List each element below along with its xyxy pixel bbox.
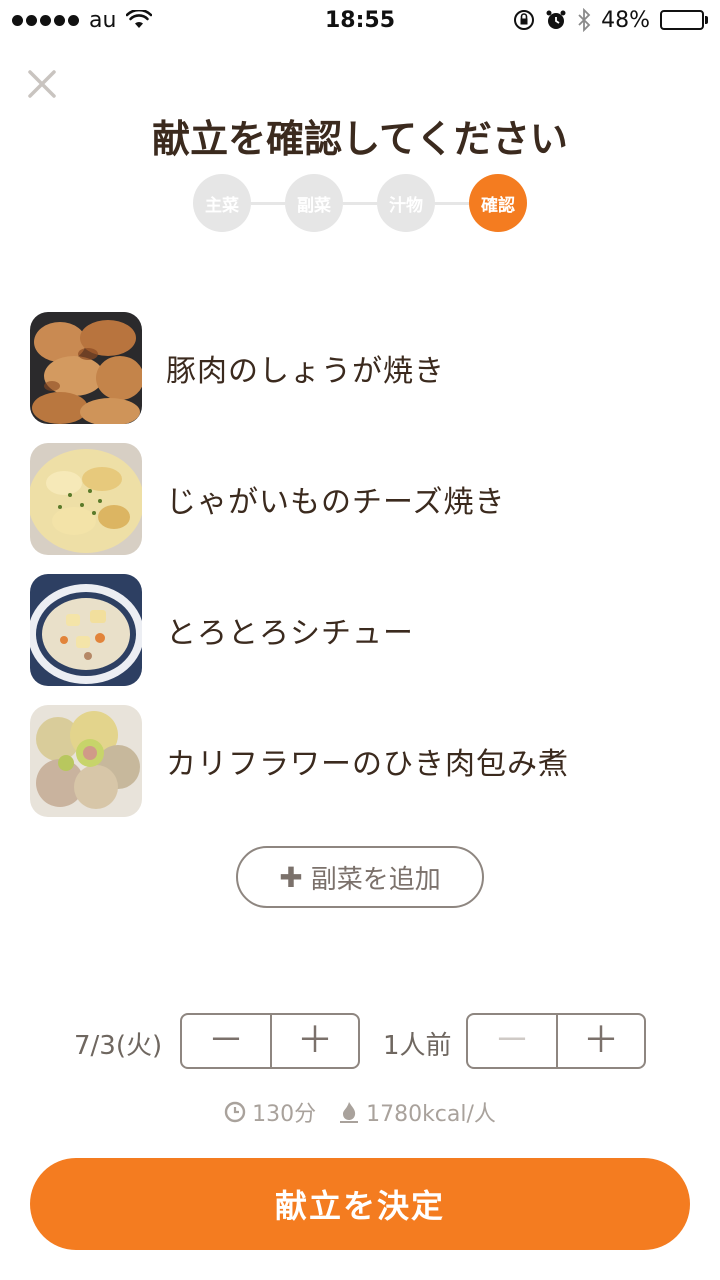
close-button[interactable] (24, 66, 60, 102)
clock-icon (224, 1101, 246, 1123)
servings-stepper: － ＋ (466, 1013, 646, 1069)
menu-item-name: 豚肉のしょうが焼き (166, 354, 445, 389)
step-main-dish: 主菜 (193, 174, 251, 232)
status-left: au (12, 7, 153, 33)
list-item[interactable]: じゃがいものチーズ焼き (30, 443, 690, 555)
add-side-dish-label: 副菜を追加 (310, 864, 441, 895)
potato-cheese-gratin-thumbnail (30, 443, 142, 555)
step-indicator: 主菜 副菜 汁物 確認 (0, 174, 720, 232)
date-servings-row: 7/3(火) － ＋ 1人前 － ＋ (0, 1013, 720, 1069)
status-bar: au 18:55 48% (0, 0, 720, 40)
battery-icon (660, 10, 708, 30)
menu-item-name: カリフラワーのひき肉包み煮 (166, 747, 569, 782)
bluetooth-icon (578, 8, 591, 32)
close-icon (28, 70, 56, 98)
plus-icon: ＋ (296, 1020, 333, 1061)
calories-value: 1780kcal/人 (366, 1102, 496, 1127)
date-stepper: － ＋ (180, 1013, 360, 1069)
orientation-lock-icon (514, 10, 535, 30)
minus-icon: － (207, 1020, 244, 1061)
step-soup: 汁物 (377, 174, 435, 232)
plus-icon: ✚ (279, 860, 303, 894)
menu-item-name: とろとろシチュー (166, 616, 414, 651)
servings-minus-button[interactable]: － (468, 1015, 556, 1067)
signal-dots-icon (12, 14, 79, 26)
servings-plus-button[interactable]: ＋ (556, 1015, 644, 1067)
cooking-time-value: 130分 (252, 1102, 317, 1127)
decide-menu-button[interactable]: 献立を決定 (30, 1158, 690, 1250)
list-item[interactable]: 豚肉のしょうが焼き (30, 312, 690, 424)
carrier-label: au (89, 7, 117, 33)
menu-list: 豚肉のしょうが焼き じゃがいものチーズ焼き とろとろシチュー カリフラワーのひき… (30, 312, 690, 836)
plus-icon: ＋ (582, 1020, 619, 1061)
step-connector (343, 201, 377, 205)
step-connector (435, 201, 469, 205)
page-title: 献立を確認してください (152, 117, 568, 161)
date-label: 7/3(火) (74, 1031, 163, 1061)
wifi-icon (126, 10, 153, 28)
status-right: 48% (513, 8, 708, 33)
minus-icon: － (493, 1020, 530, 1061)
alarm-icon (546, 10, 566, 29)
step-side-dish: 副菜 (285, 174, 343, 232)
cooking-time: 130分 (224, 1096, 316, 1128)
cauliflower-meatball-thumbnail (30, 705, 142, 817)
servings-label: 1人前 (383, 1031, 452, 1061)
flame-icon (340, 1102, 359, 1123)
ginger-pork-thumbnail (30, 312, 142, 424)
calories: 1780kcal/人 (338, 1096, 496, 1128)
date-plus-button[interactable]: ＋ (270, 1015, 358, 1067)
battery-percent: 48% (601, 7, 650, 33)
add-side-dish-button[interactable]: ✚ 副菜を追加 (236, 846, 484, 908)
list-item[interactable]: とろとろシチュー (30, 574, 690, 686)
cream-stew-thumbnail (30, 574, 142, 686)
step-confirm: 確認 (469, 174, 527, 232)
date-minus-button[interactable]: － (182, 1015, 270, 1067)
menu-item-name: じゃがいものチーズ焼き (166, 485, 506, 520)
list-item[interactable]: カリフラワーのひき肉包み煮 (30, 705, 690, 817)
step-connector (251, 201, 285, 205)
meal-info: 130分 1780kcal/人 (0, 1096, 720, 1128)
